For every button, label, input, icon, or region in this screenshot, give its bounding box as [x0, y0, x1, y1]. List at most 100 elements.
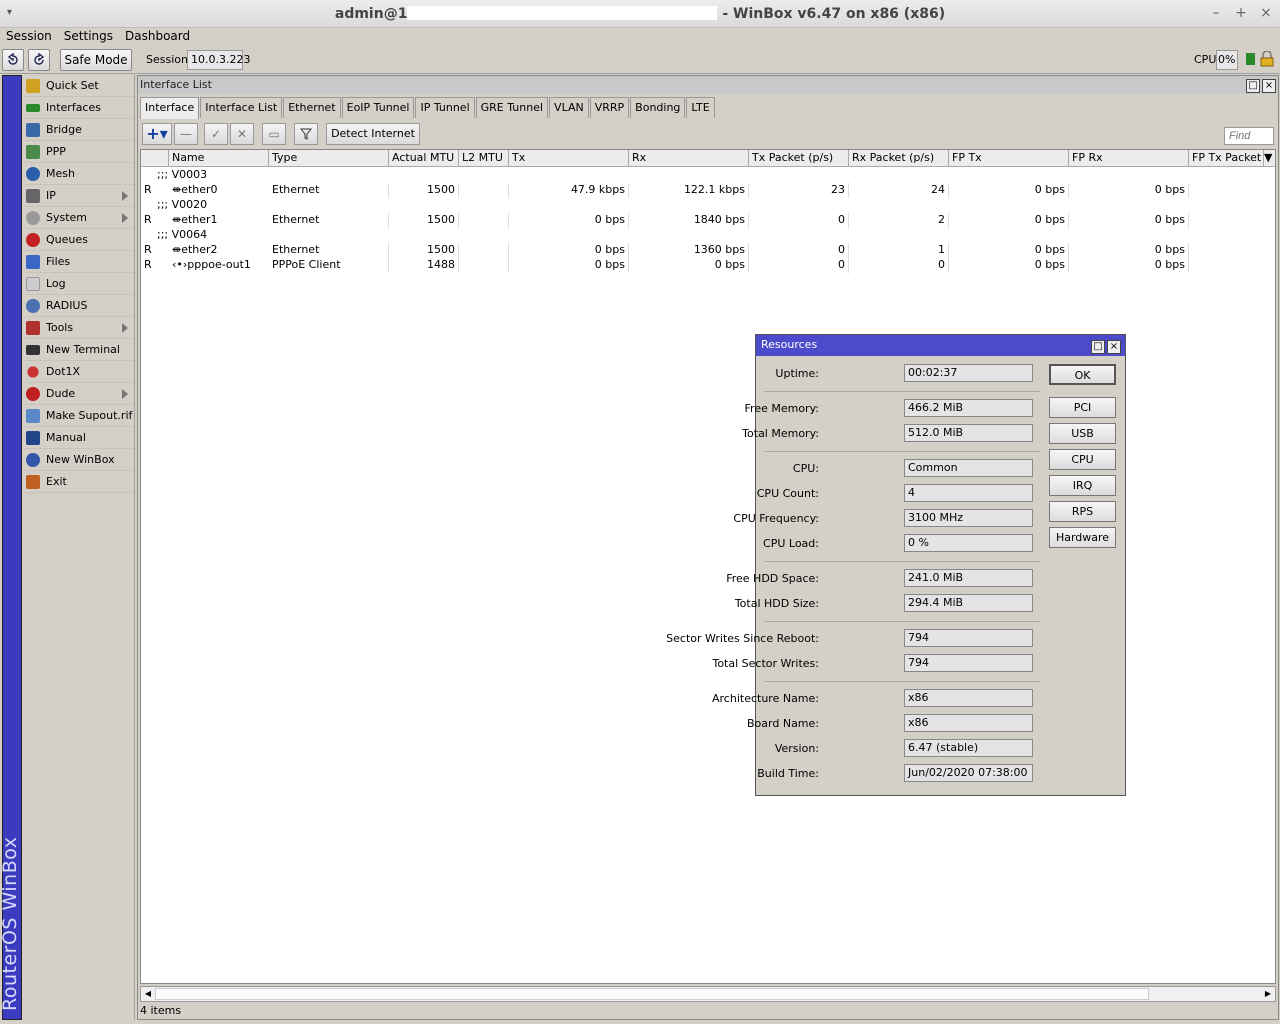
- col-fp-tx[interactable]: FP Tx: [949, 150, 1069, 167]
- label-build-time: Build Time:: [757, 767, 819, 780]
- tab-gre-tunnel[interactable]: GRE Tunnel: [475, 97, 549, 118]
- col-name[interactable]: Name: [169, 150, 269, 167]
- row-name-text: ether2: [181, 243, 218, 256]
- tab-ethernet[interactable]: Ethernet: [283, 97, 341, 118]
- window-restore-icon[interactable]: □: [1246, 79, 1260, 93]
- filter-button[interactable]: [294, 123, 318, 145]
- row-name: ⇼ether2: [169, 243, 269, 258]
- redo-button[interactable]: [28, 49, 50, 71]
- scroll-right-icon[interactable]: ▶: [1261, 987, 1275, 1001]
- undo-button[interactable]: [2, 49, 24, 71]
- row-flag: R: [144, 243, 152, 256]
- safe-mode-button[interactable]: Safe Mode: [60, 49, 132, 71]
- exit-icon: [26, 475, 40, 489]
- sidebar-item-ip[interactable]: IP: [22, 185, 134, 207]
- column-menu-icon[interactable]: ▼: [1264, 150, 1275, 167]
- sidebar-item-ppp[interactable]: PPP: [22, 141, 134, 163]
- horizontal-scrollbar[interactable]: ◀ ▶: [140, 986, 1276, 1002]
- tab-interface-list[interactable]: Interface List: [200, 97, 283, 118]
- col-fp-tx-packet[interactable]: FP Tx Packet (p: [1189, 150, 1264, 167]
- hardware-button[interactable]: Hardware: [1049, 527, 1116, 548]
- tab-lte[interactable]: LTE: [686, 97, 715, 118]
- col-fp-rx[interactable]: FP Rx: [1069, 150, 1189, 167]
- tab-bonding[interactable]: Bonding: [630, 97, 686, 118]
- value-uptime: 00:02:37: [904, 364, 1033, 382]
- menu-settings[interactable]: Settings: [58, 28, 119, 43]
- sidebar-item-make-supout[interactable]: Make Supout.rif: [22, 405, 134, 427]
- sidebar-item-radius[interactable]: RADIUS: [22, 295, 134, 317]
- scroll-left-icon[interactable]: ◀: [141, 987, 155, 1001]
- menu-session[interactable]: Session: [0, 28, 58, 43]
- row-rx-packet: 1: [849, 243, 949, 258]
- tab-eoip-tunnel[interactable]: EoIP Tunnel: [341, 97, 415, 118]
- tab-ip-tunnel[interactable]: IP Tunnel: [415, 97, 475, 118]
- queues-icon: [26, 233, 40, 247]
- col-tx[interactable]: Tx: [509, 150, 629, 167]
- col-rx[interactable]: Rx: [629, 150, 749, 167]
- col-actual-mtu[interactable]: Actual MTU: [389, 150, 459, 167]
- remove-button[interactable]: —: [174, 123, 198, 145]
- row-fp-tx: 0 bps: [949, 258, 1069, 273]
- sidebar-item-new-terminal[interactable]: New Terminal: [22, 339, 134, 361]
- table-row[interactable]: R ⇼ether0 Ethernet 1500 47.9 kbps 122.1 …: [141, 183, 1275, 198]
- sidebar-item-tools[interactable]: Tools: [22, 317, 134, 339]
- col-tx-packet[interactable]: Tx Packet (p/s): [749, 150, 849, 167]
- label-free-memory: Free Memory:: [744, 402, 819, 415]
- ok-button[interactable]: OK: [1049, 364, 1116, 385]
- comment-button[interactable]: ▭: [262, 123, 286, 145]
- sidebar-item-quick-set[interactable]: Quick Set: [22, 75, 134, 97]
- sidebar-item-bridge[interactable]: Bridge: [22, 119, 134, 141]
- cpu-button[interactable]: CPU: [1049, 449, 1116, 470]
- sidebar-item-new-winbox[interactable]: New WinBox: [22, 449, 134, 471]
- sidebar-item-label: Dot1X: [46, 365, 81, 378]
- row-version: Version: 6.47 (stable): [756, 739, 1046, 759]
- value-free-memory: 466.2 MiB: [904, 399, 1033, 417]
- irq-button[interactable]: IRQ: [1049, 475, 1116, 496]
- detect-internet-button[interactable]: Detect Internet: [326, 123, 420, 145]
- row-fp-tx: 0 bps: [949, 183, 1069, 198]
- session-field[interactable]: 10.0.3.223: [187, 50, 250, 70]
- sidebar-item-log[interactable]: Log: [22, 273, 134, 295]
- table-row[interactable]: R ⇼ether1 Ethernet 1500 0 bps 1840 bps 0…: [141, 213, 1275, 228]
- submenu-arrow-icon: [122, 191, 128, 201]
- col-flags[interactable]: [141, 150, 169, 167]
- sidebar-item-files[interactable]: Files: [22, 251, 134, 273]
- sidebar-item-system[interactable]: System: [22, 207, 134, 229]
- sidebar-item-mesh[interactable]: Mesh: [22, 163, 134, 185]
- disable-button[interactable]: ✕: [230, 123, 254, 145]
- window-close-icon[interactable]: ×: [1262, 79, 1276, 93]
- tab-vlan[interactable]: VLAN: [549, 97, 589, 118]
- dialog-restore-icon[interactable]: □: [1091, 340, 1105, 354]
- col-type[interactable]: Type: [269, 150, 389, 167]
- col-rx-packet[interactable]: Rx Packet (p/s): [849, 150, 949, 167]
- value-architecture: x86: [904, 689, 1033, 707]
- tab-vrrp[interactable]: VRRP: [589, 97, 630, 118]
- tab-interface[interactable]: Interface: [140, 97, 200, 119]
- dialog-close-icon[interactable]: ×: [1107, 340, 1121, 354]
- sidebar-item-exit[interactable]: Exit: [22, 471, 134, 493]
- sidebar-item-dude[interactable]: Dude: [22, 383, 134, 405]
- pci-button[interactable]: PCI: [1049, 397, 1116, 418]
- enable-button[interactable]: ✓: [204, 123, 228, 145]
- sidebar-item-interfaces[interactable]: Interfaces: [22, 97, 134, 119]
- find-input[interactable]: [1224, 127, 1274, 145]
- minimize-icon[interactable]: –: [1208, 5, 1224, 21]
- row-tx-packet: 0: [749, 258, 849, 273]
- scroll-thumb[interactable]: [155, 988, 1149, 1000]
- rps-button[interactable]: RPS: [1049, 501, 1116, 522]
- add-button[interactable]: +▾: [142, 123, 172, 145]
- close-icon[interactable]: ×: [1258, 5, 1274, 21]
- col-l2-mtu[interactable]: L2 MTU: [459, 150, 509, 167]
- usb-button[interactable]: USB: [1049, 423, 1116, 444]
- group-comment: ;;; V0003: [157, 168, 208, 181]
- row-free-hdd: Free HDD Space: 241.0 MiB: [726, 569, 1046, 589]
- table-row[interactable]: R ⇼ether2 Ethernet 1500 0 bps 1360 bps 0…: [141, 243, 1275, 258]
- sidebar-item-dot1x[interactable]: Dot1X: [22, 361, 134, 383]
- sidebar-item-label: Quick Set: [46, 79, 99, 92]
- maximize-icon[interactable]: +: [1233, 5, 1249, 21]
- table-row[interactable]: R ‹•›pppoe-out1 PPPoE Client 1488 0 bps …: [141, 258, 1275, 273]
- sidebar-item-queues[interactable]: Queues: [22, 229, 134, 251]
- sidebar-item-manual[interactable]: Manual: [22, 427, 134, 449]
- sidebar-item-label: Files: [46, 255, 71, 268]
- menu-dashboard[interactable]: Dashboard: [119, 28, 196, 43]
